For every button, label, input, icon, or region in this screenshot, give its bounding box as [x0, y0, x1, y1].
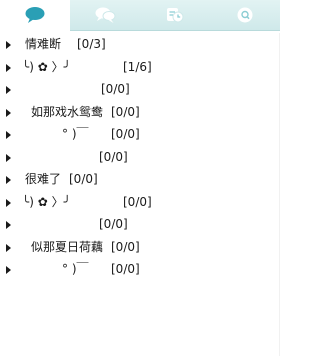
tab-groups[interactable]	[70, 0, 140, 30]
expand-arrow-icon[interactable]	[6, 176, 11, 184]
expand-arrow-icon[interactable]	[6, 266, 11, 274]
group-count: [0/0]	[101, 82, 130, 96]
group-row[interactable]: 如那戏水鸳鸯 [0/0]	[0, 101, 280, 124]
tab-contacts[interactable]	[0, 0, 70, 31]
contact-panel: 情难断 [0/3] ╰) ✿ 〉╯ [1/6] [0/0] 如那戏水鸳鸯 [0/…	[0, 0, 280, 356]
group-name: 如那戏水鸳鸯	[31, 104, 104, 119]
group-count: [0/0]	[99, 217, 128, 231]
tab-bar	[0, 0, 280, 31]
expand-arrow-icon[interactable]	[6, 153, 11, 162]
recent-history-icon	[165, 6, 185, 24]
expand-arrow-icon[interactable]	[6, 108, 11, 117]
group-count: [0/3]	[77, 37, 106, 51]
group-row[interactable]: 很难了 [0/0]	[0, 168, 280, 191]
expand-arrow-icon[interactable]	[6, 86, 11, 94]
expand-arrow-icon[interactable]	[6, 131, 11, 139]
group-row[interactable]: ╰) ✿ 〉╯ [1/6]	[0, 56, 280, 79]
expand-arrow-icon[interactable]	[6, 41, 11, 49]
group-name: ╰) ✿ 〉╯	[22, 59, 71, 74]
group-row[interactable]: [0/0]	[0, 78, 280, 101]
group-row[interactable]: [0/0]	[0, 146, 280, 169]
expand-arrow-icon[interactable]	[6, 243, 11, 252]
search-icon	[235, 6, 255, 24]
group-count: [0/0]	[99, 149, 128, 164]
group-row[interactable]: 似那夏日荷藕 [0/0]	[0, 236, 280, 259]
group-name: ╰) ✿ 〉╯	[22, 194, 71, 209]
expand-arrow-icon[interactable]	[6, 221, 11, 229]
group-row[interactable]: 情难断 [0/3]	[0, 33, 280, 56]
tab-recent[interactable]	[140, 0, 210, 30]
expand-arrow-icon[interactable]	[6, 198, 11, 207]
group-count: [0/0]	[123, 194, 152, 209]
group-count: [0/0]	[111, 262, 140, 276]
group-count: [0/0]	[111, 127, 140, 141]
group-count: [1/6]	[123, 59, 152, 74]
group-row[interactable]: ╰) ✿ 〉╯ [0/0]	[0, 191, 280, 214]
double-bubble-icon	[94, 6, 116, 24]
tab-search[interactable]	[210, 0, 280, 30]
group-name: 似那夏日荷藕	[31, 239, 104, 254]
group-list: 情难断 [0/3] ╰) ✿ 〉╯ [1/6] [0/0] 如那戏水鸳鸯 [0/…	[0, 33, 280, 356]
group-count: [0/0]	[111, 239, 140, 254]
chat-bubble-icon	[24, 6, 46, 24]
group-count: [0/0]	[111, 104, 140, 119]
group-row[interactable]: [0/0]	[0, 213, 280, 236]
group-name: 很难了	[25, 172, 62, 186]
group-row[interactable]: ° )￣ [0/0]	[0, 123, 280, 146]
expand-arrow-icon[interactable]	[6, 63, 11, 72]
group-name: 情难断	[25, 37, 62, 51]
group-name: ° )￣	[62, 127, 89, 141]
group-name: ° )￣	[62, 262, 89, 276]
scrollbar-track[interactable]	[279, 33, 280, 356]
group-row[interactable]: ° )￣ [0/0]	[0, 258, 280, 281]
group-count: [0/0]	[69, 172, 98, 186]
